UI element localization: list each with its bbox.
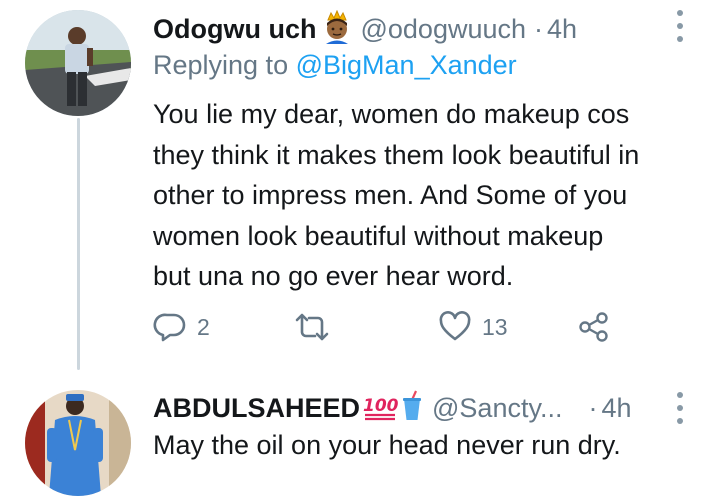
like-count: 13 — [482, 313, 508, 340]
avatar-photo-abdulsaheed — [25, 390, 131, 496]
user-handle[interactable]: @Sancty... — [432, 393, 562, 424]
tweet-actions: 2 13 — [153, 307, 633, 347]
display-name[interactable]: ABDULSAHEED — [153, 393, 360, 424]
hundred-points-emoji: 100 — [362, 391, 399, 426]
tweet-header: ABDULSAHEED 100 @Sancty... · 4h — [153, 388, 632, 428]
like-button[interactable]: 13 — [438, 307, 508, 347]
tweet-text-line: but una no go ever hear word. — [153, 261, 514, 291]
retweet-button[interactable] — [293, 307, 341, 347]
reply-count: 2 — [197, 313, 210, 340]
avatar[interactable] — [25, 10, 131, 116]
share-button[interactable] — [578, 307, 610, 347]
share-icon — [579, 312, 608, 342]
cup-with-straw-emoji — [400, 390, 424, 427]
prince-emoji — [322, 9, 352, 49]
replying-to-handle-link[interactable]: @BigMan_Xander — [296, 50, 517, 80]
separator-dot: · — [534, 13, 544, 44]
reply-button[interactable]: 2 — [153, 307, 210, 347]
tweet-text-line: they think it makes them look beautiful … — [153, 139, 640, 170]
avatar[interactable] — [25, 390, 131, 496]
tweet-text-line: You lie my dear, women do makeup cos — [153, 99, 630, 129]
tweet-text: You lie my dear, women do makeup cos the… — [153, 94, 713, 297]
tweet-text: May the oil on your head never run dry. — [153, 430, 621, 460]
svg-text:100: 100 — [363, 396, 398, 416]
separator-dot: · — [588, 392, 598, 423]
timestamp[interactable]: 4h — [547, 14, 577, 45]
avatar-photo-odogwu — [25, 10, 131, 116]
display-name[interactable]: Odogwu uch — [153, 14, 316, 45]
tweet-text-line: other to impress men. And Some of you — [153, 180, 628, 210]
reply-icon — [153, 313, 186, 342]
more-icon[interactable] — [676, 392, 684, 424]
user-handle[interactable]: @odogwuuch — [360, 14, 526, 45]
replying-to: Replying to @BigMan_Xander — [153, 50, 517, 81]
more-icon[interactable] — [676, 10, 684, 42]
replying-to-label: Replying to — [153, 50, 289, 80]
timestamp[interactable]: 4h — [601, 393, 631, 424]
tweet-text-line: women look beautiful without makeup — [153, 220, 604, 251]
thread-connector-line — [77, 118, 80, 370]
like-icon — [439, 311, 471, 341]
retweet-icon — [295, 313, 329, 341]
tweet-header: Odogwu uch @odogwuuch · 4h — [153, 9, 577, 49]
